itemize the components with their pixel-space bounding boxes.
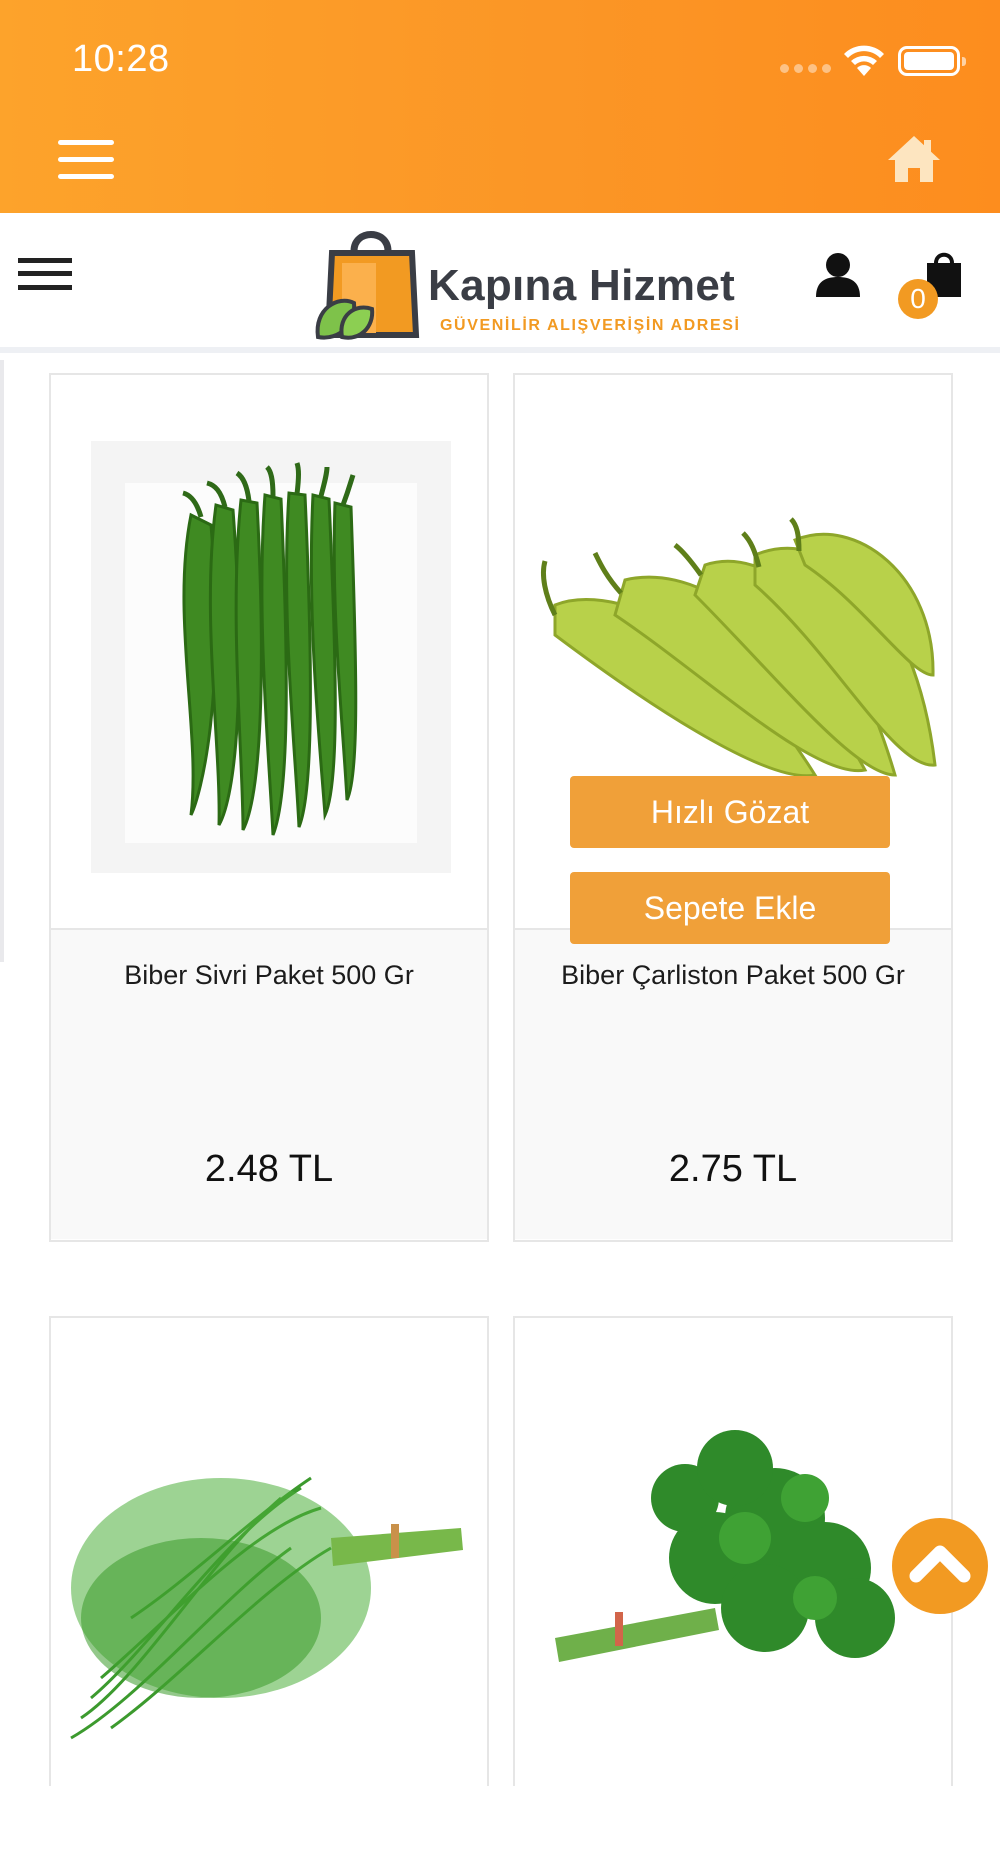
quick-view-button[interactable]: Hızlı Gözat (570, 776, 890, 848)
brand-name: Kapına Hizmet (428, 261, 736, 310)
add-to-cart-button[interactable]: Sepete Ekle (570, 872, 890, 944)
product-card[interactable]: Biber Sivri Paket 500 Gr 2.48 TL (49, 373, 489, 1242)
product-info: Biber Sivri Paket 500 Gr 2.48 TL (51, 928, 487, 1239)
product-image[interactable] (51, 375, 487, 928)
product-image[interactable] (515, 1318, 951, 1871)
scroll-to-top-button[interactable] (892, 1518, 988, 1614)
status-indicators (780, 42, 966, 78)
product-name[interactable]: Biber Çarliston Paket 500 Gr (515, 960, 951, 991)
shopping-bag-logo-icon (315, 231, 420, 340)
app-bar: 10:28 (0, 0, 1000, 213)
brand-tagline: GÜVENİLİR ALIŞVERİŞİN ADRESİ (440, 317, 741, 334)
product-name[interactable]: Biber Sivri Paket 500 Gr (51, 960, 487, 991)
product-card[interactable] (513, 1316, 953, 1871)
cart-button[interactable]: 0 (898, 249, 968, 319)
home-icon[interactable] (886, 132, 942, 184)
brand-logo[interactable]: Kapına Hizmet GÜVENİLİR ALIŞVERİŞİN ADRE… (312, 223, 772, 345)
user-icon[interactable] (814, 251, 862, 299)
wifi-icon (844, 45, 884, 76)
site-menu-button[interactable] (18, 258, 72, 294)
app-menu-button[interactable] (58, 140, 114, 180)
product-price: 2.75 TL (668, 1148, 798, 1190)
green-pepper-image (91, 441, 451, 873)
dill-image (70, 1476, 463, 1740)
site-header: Kapına Hizmet GÜVENİLİR ALIŞVERİŞİN ADRE… (0, 213, 1000, 353)
cart-count-badge: 0 (898, 279, 938, 319)
product-card[interactable] (49, 1316, 489, 1871)
side-drawer-edge[interactable] (0, 360, 4, 962)
battery-icon (898, 46, 966, 76)
parsley-image (555, 1430, 895, 1662)
product-price: 2.48 TL (204, 1148, 334, 1190)
product-image[interactable] (51, 1318, 487, 1871)
product-info: Biber Çarliston Paket 500 Gr 2.75 TL (515, 928, 951, 1239)
chevron-up-icon (909, 1545, 971, 1583)
status-time: 10:28 (72, 38, 170, 80)
cellular-signal-icon (780, 64, 831, 73)
